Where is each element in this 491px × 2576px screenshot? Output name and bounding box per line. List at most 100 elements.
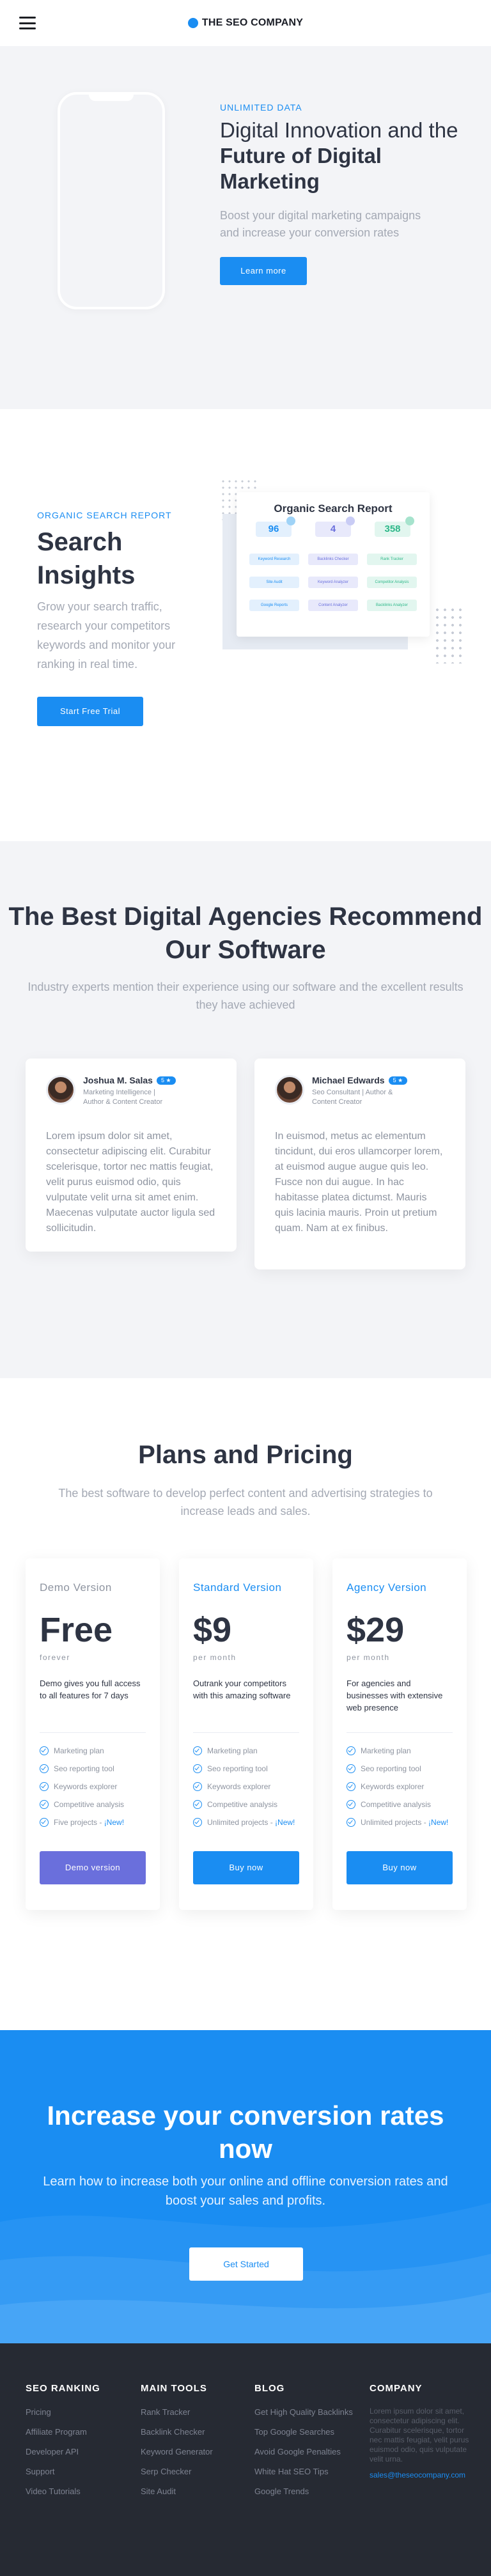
cta-title: Increase your conversion rates now bbox=[47, 2100, 444, 2164]
learn-more-button[interactable]: Learn more bbox=[220, 257, 307, 285]
footer-link[interactable]: Site Audit bbox=[141, 2486, 243, 2497]
check-icon bbox=[40, 1782, 49, 1791]
footer-link[interactable]: Serp Checker bbox=[141, 2466, 243, 2477]
testimonial-role: Seo Consultant | Author & Content Creato… bbox=[312, 1089, 393, 1106]
testimonial-quote: Lorem ipsum dolor sit amet, consectetur … bbox=[46, 1131, 215, 1234]
report-stat: 358 bbox=[375, 516, 414, 537]
footer-column: SEO RANKING Pricing Affiliate Program Devel… bbox=[26, 2383, 128, 2506]
footer-heading: COMPANY bbox=[370, 2383, 423, 2394]
report-tool-chip: Backlinks Checker bbox=[308, 554, 358, 565]
plan-period: per month bbox=[347, 1653, 390, 1662]
footer-link[interactable]: Get High Quality Backlinks bbox=[254, 2407, 357, 2417]
pricing-card: Demo Version Free forever Demo gives you… bbox=[26, 1558, 160, 1910]
feature-item: Unlimited projects - ¡New! bbox=[193, 1817, 299, 1827]
menu-icon[interactable] bbox=[19, 17, 36, 29]
plan-description: For agencies and businesses with extensi… bbox=[347, 1679, 443, 1712]
pricing-section: Plans and Pricing The best software to d… bbox=[0, 1378, 491, 2030]
new-badge: ¡New! bbox=[104, 1818, 125, 1827]
site-header: THE SEO COMPANY bbox=[0, 0, 491, 46]
divider bbox=[347, 1732, 453, 1733]
report-stat-value: 4 bbox=[330, 524, 336, 534]
feature-item: Seo reporting tool bbox=[193, 1764, 299, 1774]
feature-item: Marketing plan bbox=[40, 1746, 146, 1756]
check-icon bbox=[347, 1782, 355, 1791]
organic-eyebrow: ORGANIC SEARCH REPORT bbox=[37, 510, 172, 520]
divider bbox=[193, 1732, 299, 1733]
plan-description: Demo gives you full access to all featur… bbox=[40, 1679, 141, 1700]
check-icon bbox=[193, 1818, 202, 1827]
brand-logo[interactable]: THE SEO COMPANY bbox=[187, 17, 304, 29]
plan-price: $9 bbox=[193, 1611, 232, 1649]
stat-dot-icon bbox=[346, 516, 355, 525]
report-title: Organic Search Report bbox=[274, 502, 393, 515]
footer-link[interactable]: Avoid Google Penalties bbox=[254, 2446, 357, 2457]
avatar bbox=[275, 1075, 304, 1105]
check-icon bbox=[40, 1746, 49, 1755]
testimonial-name: Michael Edwards bbox=[312, 1075, 385, 1085]
feature-item: Seo reporting tool bbox=[40, 1764, 146, 1774]
report-tool-chip: Rank Tracker bbox=[367, 554, 417, 565]
report-tool-chip: Keyword Research bbox=[249, 554, 299, 565]
footer-link[interactable]: Top Google Searches bbox=[254, 2426, 357, 2437]
footer-column: BLOG Get High Quality Backlinks Top Google… bbox=[254, 2383, 357, 2506]
check-icon bbox=[193, 1800, 202, 1809]
buy-now-button[interactable]: Buy now bbox=[347, 1851, 453, 1884]
footer-link[interactable]: Google Trends bbox=[254, 2486, 357, 2497]
footer-link[interactable]: Pricing bbox=[26, 2407, 128, 2417]
start-free-trial-button[interactable]: Start Free Trial bbox=[37, 697, 143, 726]
feature-item: Five projects - ¡New! bbox=[40, 1817, 146, 1827]
report-illustration: Organic Search Report 96 4 358 Keyword Res… bbox=[220, 478, 463, 663]
report-tool-chip: Site Audit bbox=[249, 577, 299, 588]
pricing-card: Agency Version $29 per month For agencie… bbox=[332, 1558, 467, 1910]
new-badge: ¡New! bbox=[428, 1818, 449, 1827]
get-started-button[interactable]: Get Started bbox=[189, 2247, 303, 2281]
check-icon bbox=[40, 1818, 49, 1827]
pricing-card: Standard Version $9 per month Outrank yo… bbox=[179, 1558, 313, 1910]
report-card: Organic Search Report 96 4 358 Keyword Res… bbox=[237, 492, 430, 637]
plan-name: Demo Version bbox=[40, 1581, 112, 1594]
phone-mockup bbox=[58, 92, 165, 309]
site-footer: SEO RANKING Pricing Affiliate Program Devel… bbox=[0, 2343, 491, 2576]
footer-link[interactable]: Affiliate Program bbox=[26, 2426, 128, 2437]
organic-title: Search Insights bbox=[37, 528, 136, 589]
report-tool-chip: Competitor Analysis bbox=[367, 577, 417, 588]
cta-subtitle: Learn how to increase both your online a… bbox=[43, 2175, 448, 2208]
plan-price: $29 bbox=[347, 1611, 405, 1649]
check-icon bbox=[40, 1800, 49, 1809]
divider bbox=[40, 1732, 146, 1733]
footer-link[interactable]: Rank Tracker bbox=[141, 2407, 243, 2417]
check-icon bbox=[193, 1764, 202, 1773]
check-icon bbox=[347, 1818, 355, 1827]
footer-about-text: Lorem ipsum dolor sit amet, consectetur … bbox=[370, 2407, 469, 2463]
organic-subtitle: Grow your search traffic, research your … bbox=[37, 600, 176, 671]
footer-link[interactable]: Video Tutorials bbox=[26, 2486, 128, 2497]
pricing-title: Plans and Pricing bbox=[138, 1441, 353, 1469]
footer-link[interactable]: Developer API bbox=[26, 2446, 128, 2457]
feature-item: Competitive analysis bbox=[347, 1799, 453, 1810]
hero-subtitle: Boost your digital marketing campaigns a… bbox=[220, 209, 421, 239]
plan-period: per month bbox=[193, 1653, 237, 1662]
hero-title: Digital Innovation and the Future of Dig… bbox=[220, 118, 458, 193]
hero-eyebrow: UNLIMITED DATA bbox=[220, 102, 302, 113]
report-stat-value: 96 bbox=[268, 524, 279, 534]
feature-item: Seo reporting tool bbox=[347, 1764, 453, 1774]
stat-dot-icon bbox=[286, 516, 295, 525]
buy-now-button[interactable]: Buy now bbox=[193, 1851, 299, 1884]
footer-column: MAIN TOOLS Rank Tracker Backlink Checker Ke… bbox=[141, 2383, 243, 2506]
new-badge: ¡New! bbox=[275, 1818, 295, 1827]
report-tool-chip: Backlinks Analyzer bbox=[367, 600, 417, 611]
check-icon bbox=[193, 1782, 202, 1791]
footer-link[interactable]: Support bbox=[26, 2466, 128, 2477]
report-tool-chip: Google Reports bbox=[249, 600, 299, 611]
check-icon bbox=[347, 1746, 355, 1755]
footer-email-link[interactable]: sales@theseocompany.com bbox=[370, 2471, 472, 2479]
hero-section: UNLIMITED DATA Digital Innovation and th… bbox=[0, 46, 491, 409]
demo-version-button[interactable]: Demo version bbox=[40, 1851, 146, 1884]
logo-mark-icon bbox=[187, 18, 198, 28]
feature-list: Marketing plan Seo reporting tool Keywords… bbox=[193, 1746, 299, 1827]
footer-link[interactable]: Keyword Generator bbox=[141, 2446, 243, 2457]
footer-link[interactable]: White Hat SEO Tips bbox=[254, 2466, 357, 2477]
brand-name: THE SEO COMPANY bbox=[201, 17, 304, 28]
footer-link[interactable]: Backlink Checker bbox=[141, 2426, 243, 2437]
check-icon bbox=[40, 1764, 49, 1773]
